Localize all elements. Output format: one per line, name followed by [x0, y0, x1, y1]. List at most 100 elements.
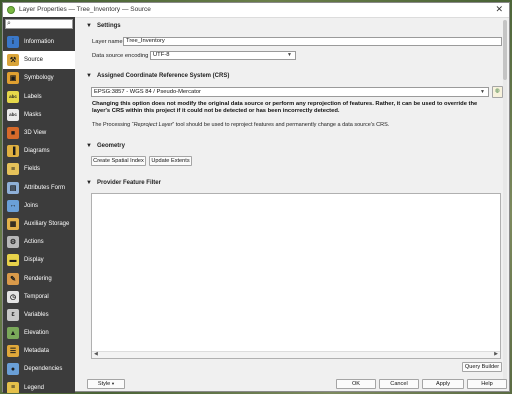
sidebar-item-auxiliary-storage[interactable]: ▦ Auxiliary Storage: [3, 215, 75, 233]
layer-properties-window: Layer Properties — Tree_Inventory — Sour…: [2, 2, 510, 393]
crs-selector-button[interactable]: ◍: [492, 86, 503, 98]
dependencies-icon: ●: [7, 363, 19, 376]
symbology-icon: ▣: [7, 72, 19, 85]
sidebar-item-attributes-form[interactable]: ▤ Attributes Form: [3, 179, 75, 197]
sidebar-item-metadata[interactable]: ☰ Metadata: [3, 342, 75, 360]
collapse-arrow-icon: ▼: [86, 23, 92, 29]
rendering-brush-icon: ✎: [7, 272, 19, 285]
geometry-heading: Geometry: [96, 143, 125, 149]
sidebar-nav-list: i Information ⚒ Source ▣ Symbology abc Labels ab…: [3, 33, 75, 393]
geometry-section-header[interactable]: ▼ Geometry: [80, 141, 125, 151]
magnifier-icon: ⌕: [7, 20, 11, 27]
sidebar-item-masks[interactable]: abc Masks: [3, 106, 75, 124]
sidebar-item-information[interactable]: i Information: [3, 33, 75, 51]
collapse-arrow-icon: ▼: [86, 73, 92, 79]
settings-section-header[interactable]: ▼ Settings: [80, 21, 121, 31]
chevron-down-icon: ▾: [111, 381, 115, 386]
sidebar-item-label: Actions: [24, 239, 44, 246]
layer-name-label: Layer name: [92, 39, 123, 45]
crs-warning: Changing this option does not modify the…: [92, 101, 502, 115]
sidebar-item-label: Joins: [24, 202, 39, 209]
crs-processing-note: The Processing “Reproject Layer” tool sh…: [92, 122, 389, 128]
sidebar-item-symbology[interactable]: ▣ Symbology: [3, 69, 75, 87]
scrollbar-thumb[interactable]: [503, 20, 507, 80]
sidebar-item-actions[interactable]: ⚙ Actions: [3, 233, 75, 251]
sidebar-item-label: Elevation: [24, 330, 49, 337]
sidebar-item-rendering[interactable]: ✎ Rendering: [3, 269, 75, 287]
encoding-dropdown[interactable]: UTF-8 ▼: [150, 51, 296, 60]
joins-icon: ↔: [7, 199, 19, 212]
apply-button[interactable]: Apply: [422, 379, 464, 389]
sidebar-item-label: Diagrams: [24, 148, 50, 155]
sidebar-item-diagrams[interactable]: ▐ Diagrams: [3, 142, 75, 160]
temporal-clock-icon: ◷: [7, 290, 19, 303]
sidebar-item-label: Temporal: [24, 293, 49, 300]
masks-icon: abc: [7, 108, 19, 121]
vertical-scrollbar[interactable]: [503, 20, 507, 386]
qgis-logo-icon: [7, 6, 15, 14]
layer-name-field[interactable]: Tree_Inventory: [123, 37, 502, 46]
update-extents-button[interactable]: Update Extents: [149, 156, 192, 166]
info-icon: i: [7, 36, 19, 49]
cube-icon: ■: [7, 127, 19, 140]
sidebar-item-3d-view[interactable]: ■ 3D View: [3, 124, 75, 142]
sidebar-item-label: Variables: [24, 311, 49, 318]
sidebar-item-display[interactable]: ▬ Display: [3, 251, 75, 269]
auxiliary-storage-icon: ▦: [7, 217, 19, 230]
crs-warning-line2: layer's CRS within this project if it co…: [92, 108, 340, 114]
sidebar-item-label: Dependencies: [24, 366, 63, 373]
style-button[interactable]: Style ▾: [87, 379, 125, 389]
source-wrench-icon: ⚒: [7, 54, 19, 67]
sidebar-item-temporal[interactable]: ◷ Temporal: [3, 288, 75, 306]
sidebar-item-fields[interactable]: ≡ Fields: [3, 160, 75, 178]
sidebar-item-source[interactable]: ⚒ Source: [3, 51, 75, 70]
collapse-arrow-icon: ▼: [86, 180, 92, 186]
reproject-layer-tool-name: Reproject Layer: [133, 122, 173, 128]
close-icon[interactable]: ✕: [495, 4, 503, 15]
sidebar-item-label: Rendering: [24, 275, 52, 282]
sidebar-item-labels[interactable]: abc Labels: [3, 88, 75, 106]
sidebar-item-legend[interactable]: ≡ Legend: [3, 379, 75, 393]
sidebar-item-elevation[interactable]: ▲ Elevation: [3, 324, 75, 342]
filter-heading: Provider Feature Filter: [96, 180, 161, 186]
sidebar-item-label: Legend: [24, 384, 45, 391]
diagrams-icon: ▐: [7, 145, 19, 158]
encoding-value: UTF-8: [153, 52, 170, 58]
sidebar-item-label: Labels: [24, 93, 42, 100]
scroll-right-icon[interactable]: ▶: [494, 351, 498, 357]
sidebar-item-dependencies[interactable]: ● Dependencies: [3, 360, 75, 378]
horizontal-scrollbar[interactable]: ◀ ▶: [92, 351, 500, 358]
ok-button[interactable]: OK: [336, 379, 376, 389]
sidebar-item-label: Symbology: [24, 75, 54, 82]
sidebar-item-label: 3D View: [24, 130, 47, 137]
sidebar-search-input[interactable]: ⌕: [5, 19, 73, 29]
scroll-left-icon[interactable]: ◀: [94, 351, 98, 357]
provider-filter-textarea[interactable]: ◀ ▶: [91, 193, 501, 359]
collapse-arrow-icon: ▼: [86, 143, 92, 149]
sidebar: ⌕ i Information ⚒ Source ▣ Symbology abc Labels…: [3, 17, 75, 393]
title-bar: Layer Properties — Tree_Inventory — Sour…: [3, 3, 509, 18]
sidebar-item-variables[interactable]: ε Variables: [3, 306, 75, 324]
create-spatial-index-button[interactable]: Create Spatial Index: [91, 156, 146, 166]
sidebar-item-label: Attributes Form: [24, 184, 66, 191]
variables-icon: ε: [7, 308, 19, 321]
crs-section-header[interactable]: ▼ Assigned Coordinate Reference System (…: [80, 71, 229, 81]
labels-icon: abc: [7, 90, 19, 103]
query-builder-button[interactable]: Query Builder: [462, 362, 502, 372]
attributes-form-icon: ▤: [7, 181, 19, 194]
filter-section-header[interactable]: ▼ Provider Feature Filter: [80, 178, 161, 188]
settings-heading: Settings: [96, 23, 121, 29]
crs-selector-globe-icon: ◍: [495, 88, 500, 94]
crs-warning-line1: Changing this option does not modify the…: [92, 101, 478, 107]
sidebar-item-joins[interactable]: ↔ Joins: [3, 197, 75, 215]
style-label: Style: [97, 381, 111, 387]
chevron-down-icon: ▼: [287, 52, 292, 58]
sidebar-item-label: Masks: [24, 111, 42, 118]
cancel-button[interactable]: Cancel: [379, 379, 419, 389]
encoding-label: Data source encoding: [92, 53, 149, 59]
display-speech-icon: ▬: [7, 254, 19, 267]
crs-dropdown[interactable]: EPSG:3857 - WGS 84 / Pseudo-Mercator ▼: [91, 87, 489, 97]
help-button[interactable]: Help: [467, 379, 507, 389]
crs-value: EPSG:3857 - WGS 84 / Pseudo-Mercator: [94, 89, 201, 95]
legend-icon: ≡: [7, 381, 19, 393]
